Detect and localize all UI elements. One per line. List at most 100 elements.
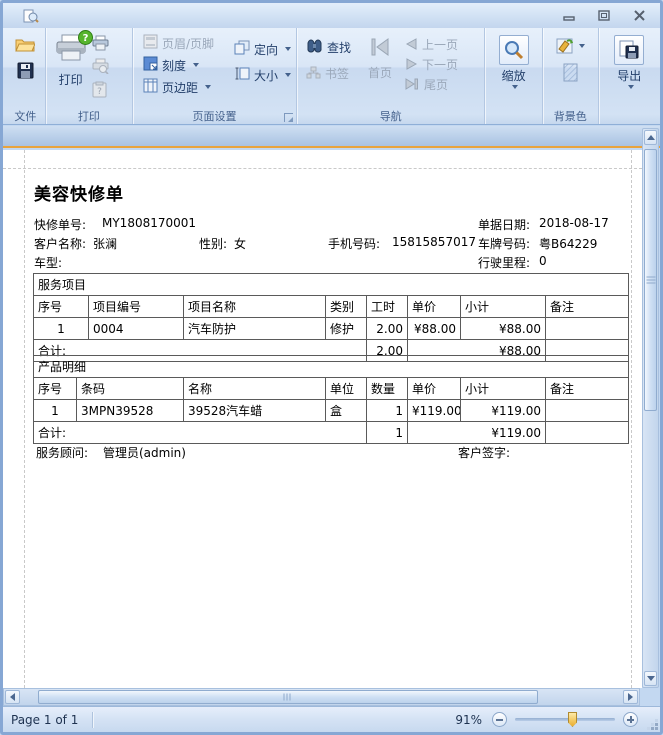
- service-band: 服务项目: [34, 274, 629, 296]
- vertical-scroll-thumb[interactable]: [644, 149, 657, 411]
- document-viewport: 美容快修单 快修单号: MY1808170001 单据日期: 2018-08-1…: [3, 150, 642, 688]
- scroll-down-button[interactable]: [644, 671, 657, 686]
- status-separator: [92, 712, 93, 728]
- scroll-up-button[interactable]: [644, 130, 657, 145]
- service-table: 服务项目 序号 项目编号 项目名称 类别 工时 单价 小计 备注 1 0004 …: [33, 273, 629, 362]
- prev-page-button[interactable]: 上一页: [400, 35, 463, 54]
- product-table: 产品明细 序号 条码 名称 单位 数量 单价 小计 备注 1 3MPN39528…: [33, 355, 629, 444]
- find-button[interactable]: 查找: [301, 38, 356, 56]
- group-caption-print: 打印: [46, 108, 132, 124]
- printer-icon: ?: [54, 33, 88, 69]
- ribbon-group-print: ? 打印 ? 打印: [46, 28, 133, 124]
- service-header-row: 序号 项目编号 项目名称 类别 工时 单价 小计 备注: [34, 296, 629, 318]
- product-header-row: 序号 条码 名称 单位 数量 单价 小计 备注: [34, 378, 629, 400]
- last-page-button[interactable]: 尾页: [400, 75, 463, 94]
- header-footer-button[interactable]: 页眉/页脚: [138, 32, 219, 54]
- margins-button[interactable]: 页边距: [138, 76, 219, 98]
- gender-label: 性别:: [199, 235, 227, 252]
- ribbon: 文件 ? 打印 ? 打印: [3, 28, 660, 125]
- mileage-label: 行驶里程:: [478, 254, 530, 271]
- group-caption-background: 背景色: [543, 108, 598, 124]
- plate-value: 粤B64229: [539, 235, 597, 252]
- ribbon-group-export: 导出: [599, 28, 661, 124]
- print-dialog-button[interactable]: [92, 58, 109, 78]
- group-caption-file: 文件: [6, 108, 45, 124]
- horizontal-scroll-thumb[interactable]: [38, 690, 538, 704]
- phone-label: 手机号码:: [328, 235, 380, 252]
- next-page-icon: [405, 55, 418, 74]
- print-preview-icon: [23, 8, 39, 24]
- zoom-slider-thumb[interactable]: [568, 712, 577, 727]
- print-button-label: 打印: [59, 71, 83, 88]
- customer-label: 客户名称:: [34, 235, 86, 252]
- group-caption-zoom: [485, 108, 542, 124]
- order-no-label: 快修单号:: [34, 216, 86, 233]
- zoom-button[interactable]: 缩放: [495, 35, 533, 108]
- print-options-button[interactable]: ?: [92, 81, 109, 102]
- zoom-slider[interactable]: [515, 718, 615, 721]
- product-total-row: 合计: 1 ¥119.00: [34, 422, 629, 444]
- export-button[interactable]: 导出: [610, 35, 648, 108]
- preview-top-strip: [3, 126, 660, 148]
- page-setup-dialog-launcher[interactable]: [284, 113, 293, 122]
- gender-value: 女: [234, 235, 246, 252]
- phone-value: 15815857017: [392, 235, 476, 249]
- scroll-right-button[interactable]: [623, 690, 638, 704]
- binoculars-icon: [306, 38, 323, 57]
- print-button[interactable]: ? 打印: [50, 33, 92, 108]
- product-band: 产品明细: [34, 356, 629, 378]
- first-page-icon: [369, 36, 391, 62]
- vertical-scrollbar[interactable]: [642, 128, 659, 688]
- scale-icon: [143, 56, 158, 75]
- zoom-in-button[interactable]: [623, 712, 638, 727]
- ribbon-group-background: 背景色: [543, 28, 599, 124]
- report-page: 美容快修单 快修单号: MY1808170001 单据日期: 2018-08-1…: [3, 150, 642, 688]
- svg-text:?: ?: [97, 87, 102, 97]
- model-label: 车型:: [34, 254, 62, 271]
- service-data-row: 1 0004 汽车防护 修护 2.00 ¥88.00 ¥88.00: [34, 318, 629, 340]
- quick-print-button[interactable]: [92, 35, 109, 55]
- header-footer-icon: [143, 34, 158, 53]
- date-value: 2018-08-17: [539, 216, 609, 230]
- group-caption-navigation: 导航: [297, 108, 484, 124]
- advisor-value: 管理员(admin): [103, 444, 186, 461]
- print-preview-window: 文件 ? 打印 ? 打印: [0, 0, 663, 735]
- minimize-button[interactable]: [563, 7, 576, 20]
- title-bar: [3, 3, 660, 28]
- export-icon: [614, 35, 644, 65]
- page-color-button[interactable]: [555, 37, 585, 55]
- save-button[interactable]: [17, 62, 34, 83]
- date-label: 单据日期:: [478, 216, 530, 233]
- orientation-button[interactable]: 定向: [229, 40, 296, 58]
- zoom-out-button[interactable]: [492, 712, 507, 727]
- margins-icon: [143, 78, 158, 97]
- next-page-button[interactable]: 下一页: [400, 55, 463, 74]
- horizontal-scrollbar[interactable]: [3, 688, 640, 706]
- product-data-row: 1 3MPN39528 39528汽车蜡 盒 1 ¥119.00 ¥119.00: [34, 400, 629, 422]
- maximize-button[interactable]: [598, 7, 611, 20]
- mileage-value: 0: [539, 254, 547, 268]
- first-page-button[interactable]: 首页: [356, 32, 400, 108]
- ribbon-group-page-setup: 页眉/页脚 刻度 页边距 定向: [133, 28, 297, 124]
- bookmark-button[interactable]: 书签: [301, 64, 356, 82]
- status-bar: Page 1 of 1 91%: [3, 706, 660, 732]
- open-file-button[interactable]: [15, 36, 35, 56]
- report-title: 美容快修单: [34, 180, 124, 205]
- prev-page-icon: [405, 35, 418, 54]
- ribbon-group-navigation: 查找 书签 首页 上一页: [297, 28, 485, 124]
- last-page-icon: [405, 75, 420, 94]
- order-no-value: MY1808170001: [102, 216, 196, 230]
- group-caption-page-setup: 页面设置: [133, 108, 296, 124]
- size-button[interactable]: 大小: [229, 66, 296, 84]
- signature-label: 客户签字:: [458, 444, 510, 461]
- customer-value: 张澜: [93, 235, 117, 252]
- advisor-label: 服务顾问:: [36, 444, 88, 461]
- bookmark-tree-icon: [306, 64, 321, 83]
- close-button[interactable]: [633, 7, 646, 20]
- resize-grip[interactable]: [655, 727, 658, 730]
- scroll-left-button[interactable]: [5, 690, 20, 704]
- orientation-icon: [234, 40, 250, 59]
- scale-button[interactable]: 刻度: [138, 54, 219, 76]
- watermark-button[interactable]: [563, 63, 578, 86]
- page-count-text: Page 1 of 1: [11, 713, 78, 727]
